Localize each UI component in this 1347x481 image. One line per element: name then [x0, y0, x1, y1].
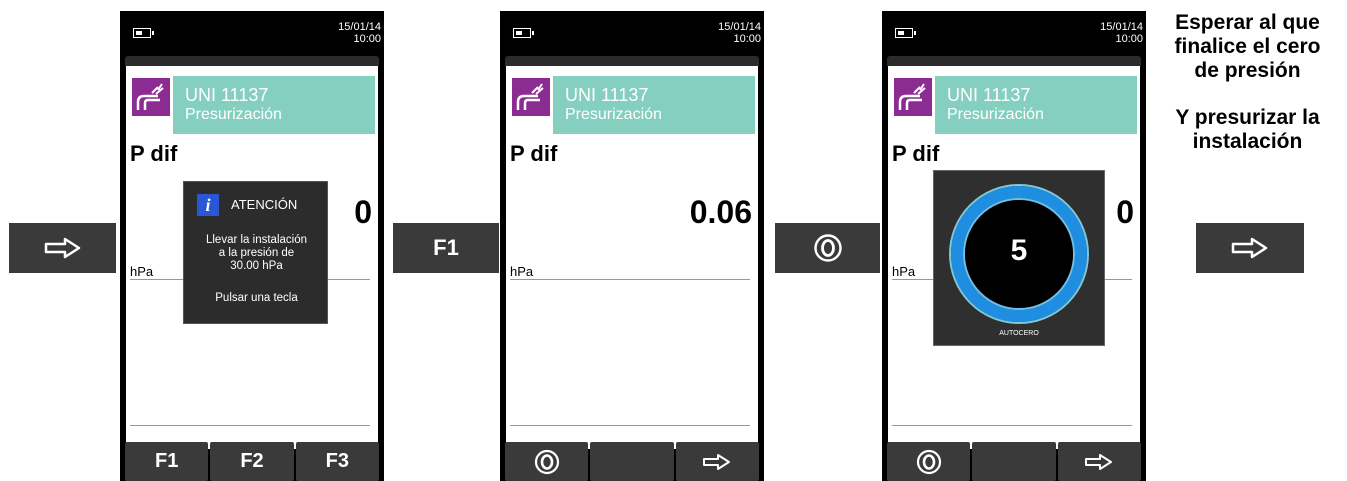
status-bar: 15/01/14 10:00: [500, 11, 764, 53]
measure-label: P dif: [510, 141, 558, 166]
softkey-f2[interactable]: F2: [210, 442, 294, 481]
title-line-2: Presurización: [565, 106, 662, 123]
measure-label: P dif: [892, 141, 940, 166]
arrow-right-icon: [44, 237, 80, 259]
header-strip: [125, 56, 379, 66]
date: 15/01/14: [1100, 21, 1143, 33]
softkey-bar: [887, 442, 1141, 481]
status-bar: 15/01/14 10:00: [120, 11, 384, 53]
battery-icon: [133, 28, 154, 38]
title-line-1: UNI 11137: [565, 85, 649, 105]
softkey-f1[interactable]: F1: [125, 442, 209, 481]
title-line-1: UNI 11137: [947, 85, 1031, 105]
step-next-button[interactable]: [1196, 223, 1304, 273]
title-line-2: Presurización: [947, 106, 1044, 123]
date-time: 15/01/14 10:00: [338, 21, 381, 45]
instruction-text: Esperar al que finalice el cero de presi…: [1148, 11, 1347, 154]
arrow-right-icon: [1231, 237, 1268, 259]
header-strip: [887, 56, 1141, 66]
measure-value: 0: [1116, 194, 1134, 230]
attention-dialog[interactable]: i ATENCIÓN Llevar la instalación a la pr…: [183, 181, 328, 324]
time: 10:00: [1115, 33, 1143, 45]
step-next-button[interactable]: [9, 223, 116, 273]
instruction-line-5: instalación: [1192, 130, 1303, 153]
pressure-test-icon: [894, 78, 932, 116]
measure-unit: hPa: [892, 264, 916, 279]
circle-o-icon: [916, 449, 941, 474]
autozero-popup: 5 AUTOCERO: [933, 170, 1105, 346]
measure-unit: hPa: [510, 264, 534, 279]
step-f1-button[interactable]: F1: [393, 223, 499, 273]
dialog-line-1: Llevar la instalación: [205, 234, 307, 246]
dialog-title: ATENCIÓN: [231, 197, 298, 212]
step-zero-button[interactable]: [775, 223, 880, 273]
time: 10:00: [353, 33, 381, 45]
date-time: 15/01/14 10:00: [1100, 21, 1143, 45]
title-bar: UNI 11137 Presurización: [553, 76, 755, 134]
title-line-1: UNI 11137: [185, 85, 269, 105]
softkey-zero[interactable]: [505, 442, 589, 481]
softkey-bar: [505, 442, 759, 481]
pressure-test-icon: [132, 78, 170, 116]
title-bar: UNI 11137 Presurización: [935, 76, 1137, 134]
title-line-2: Presurización: [185, 106, 282, 123]
instruction-line-2: finalice el cero: [1174, 35, 1321, 58]
dialog-line-2: a la presión de: [218, 247, 295, 259]
title-bar: UNI 11137 Presurización: [173, 76, 375, 134]
info-icon: i: [197, 194, 219, 216]
main-screen: UNI 11137 Presurización P dif 0 hPa i AT…: [126, 66, 378, 449]
softkey-blank[interactable]: [590, 442, 674, 481]
circle-o-icon: [813, 234, 842, 262]
softkey-zero[interactable]: [887, 442, 971, 481]
device-screen-2: 15/01/14 10:00 UNI 11137 Presurización P…: [500, 11, 764, 481]
arrow-right-icon: [703, 453, 731, 470]
divider: [510, 425, 750, 426]
dialog-prompt: Pulsar una tecla: [215, 292, 298, 304]
dialog-line-3: 30.00 hPa: [230, 260, 283, 272]
divider: [510, 279, 750, 280]
date: 15/01/14: [338, 21, 381, 33]
battery-icon: [513, 28, 534, 38]
instruction-line-3: de presión: [1194, 59, 1301, 82]
date: 15/01/14: [718, 21, 761, 33]
device-screen-1: 15/01/14 10:00 UNI 11137 Presurización P…: [120, 11, 384, 481]
status-bar: 15/01/14 10:00: [882, 11, 1146, 53]
measure-value: 0.06: [689, 194, 752, 230]
softkey-bar: F1 F2 F3: [125, 442, 379, 481]
instruction-line-1: Esperar al que: [1175, 11, 1320, 34]
softkey-next[interactable]: [675, 442, 759, 481]
arrow-right-icon: [1085, 453, 1113, 470]
measure-value: 0: [354, 194, 372, 230]
measure-unit: hPa: [130, 264, 154, 279]
dialog-message: Llevar la instalación a la presión de 30…: [184, 234, 329, 273]
time: 10:00: [733, 33, 761, 45]
softkey-next[interactable]: [1057, 442, 1141, 481]
divider: [130, 425, 370, 426]
date-time: 15/01/14 10:00: [718, 21, 761, 45]
main-screen: UNI 11137 Presurización P dif 0 hPa 5 AU…: [888, 66, 1140, 449]
softkey-f3[interactable]: F3: [295, 442, 379, 481]
instruction-line-4: Y presurizar la: [1175, 106, 1320, 129]
main-screen: UNI 11137 Presurización P dif 0.06 hPa: [506, 66, 758, 449]
autozero-countdown: 5: [1010, 234, 1028, 267]
divider: [892, 425, 1132, 426]
softkey-blank[interactable]: [972, 442, 1056, 481]
pressure-test-icon: [512, 78, 550, 116]
measure-label: P dif: [130, 141, 178, 166]
header-strip: [505, 56, 759, 66]
circle-o-icon: [534, 449, 559, 474]
autozero-label: AUTOCERO: [999, 330, 1039, 337]
battery-icon: [895, 28, 916, 38]
device-screen-3: 15/01/14 10:00 UNI 11137 Presurización P…: [882, 11, 1146, 481]
